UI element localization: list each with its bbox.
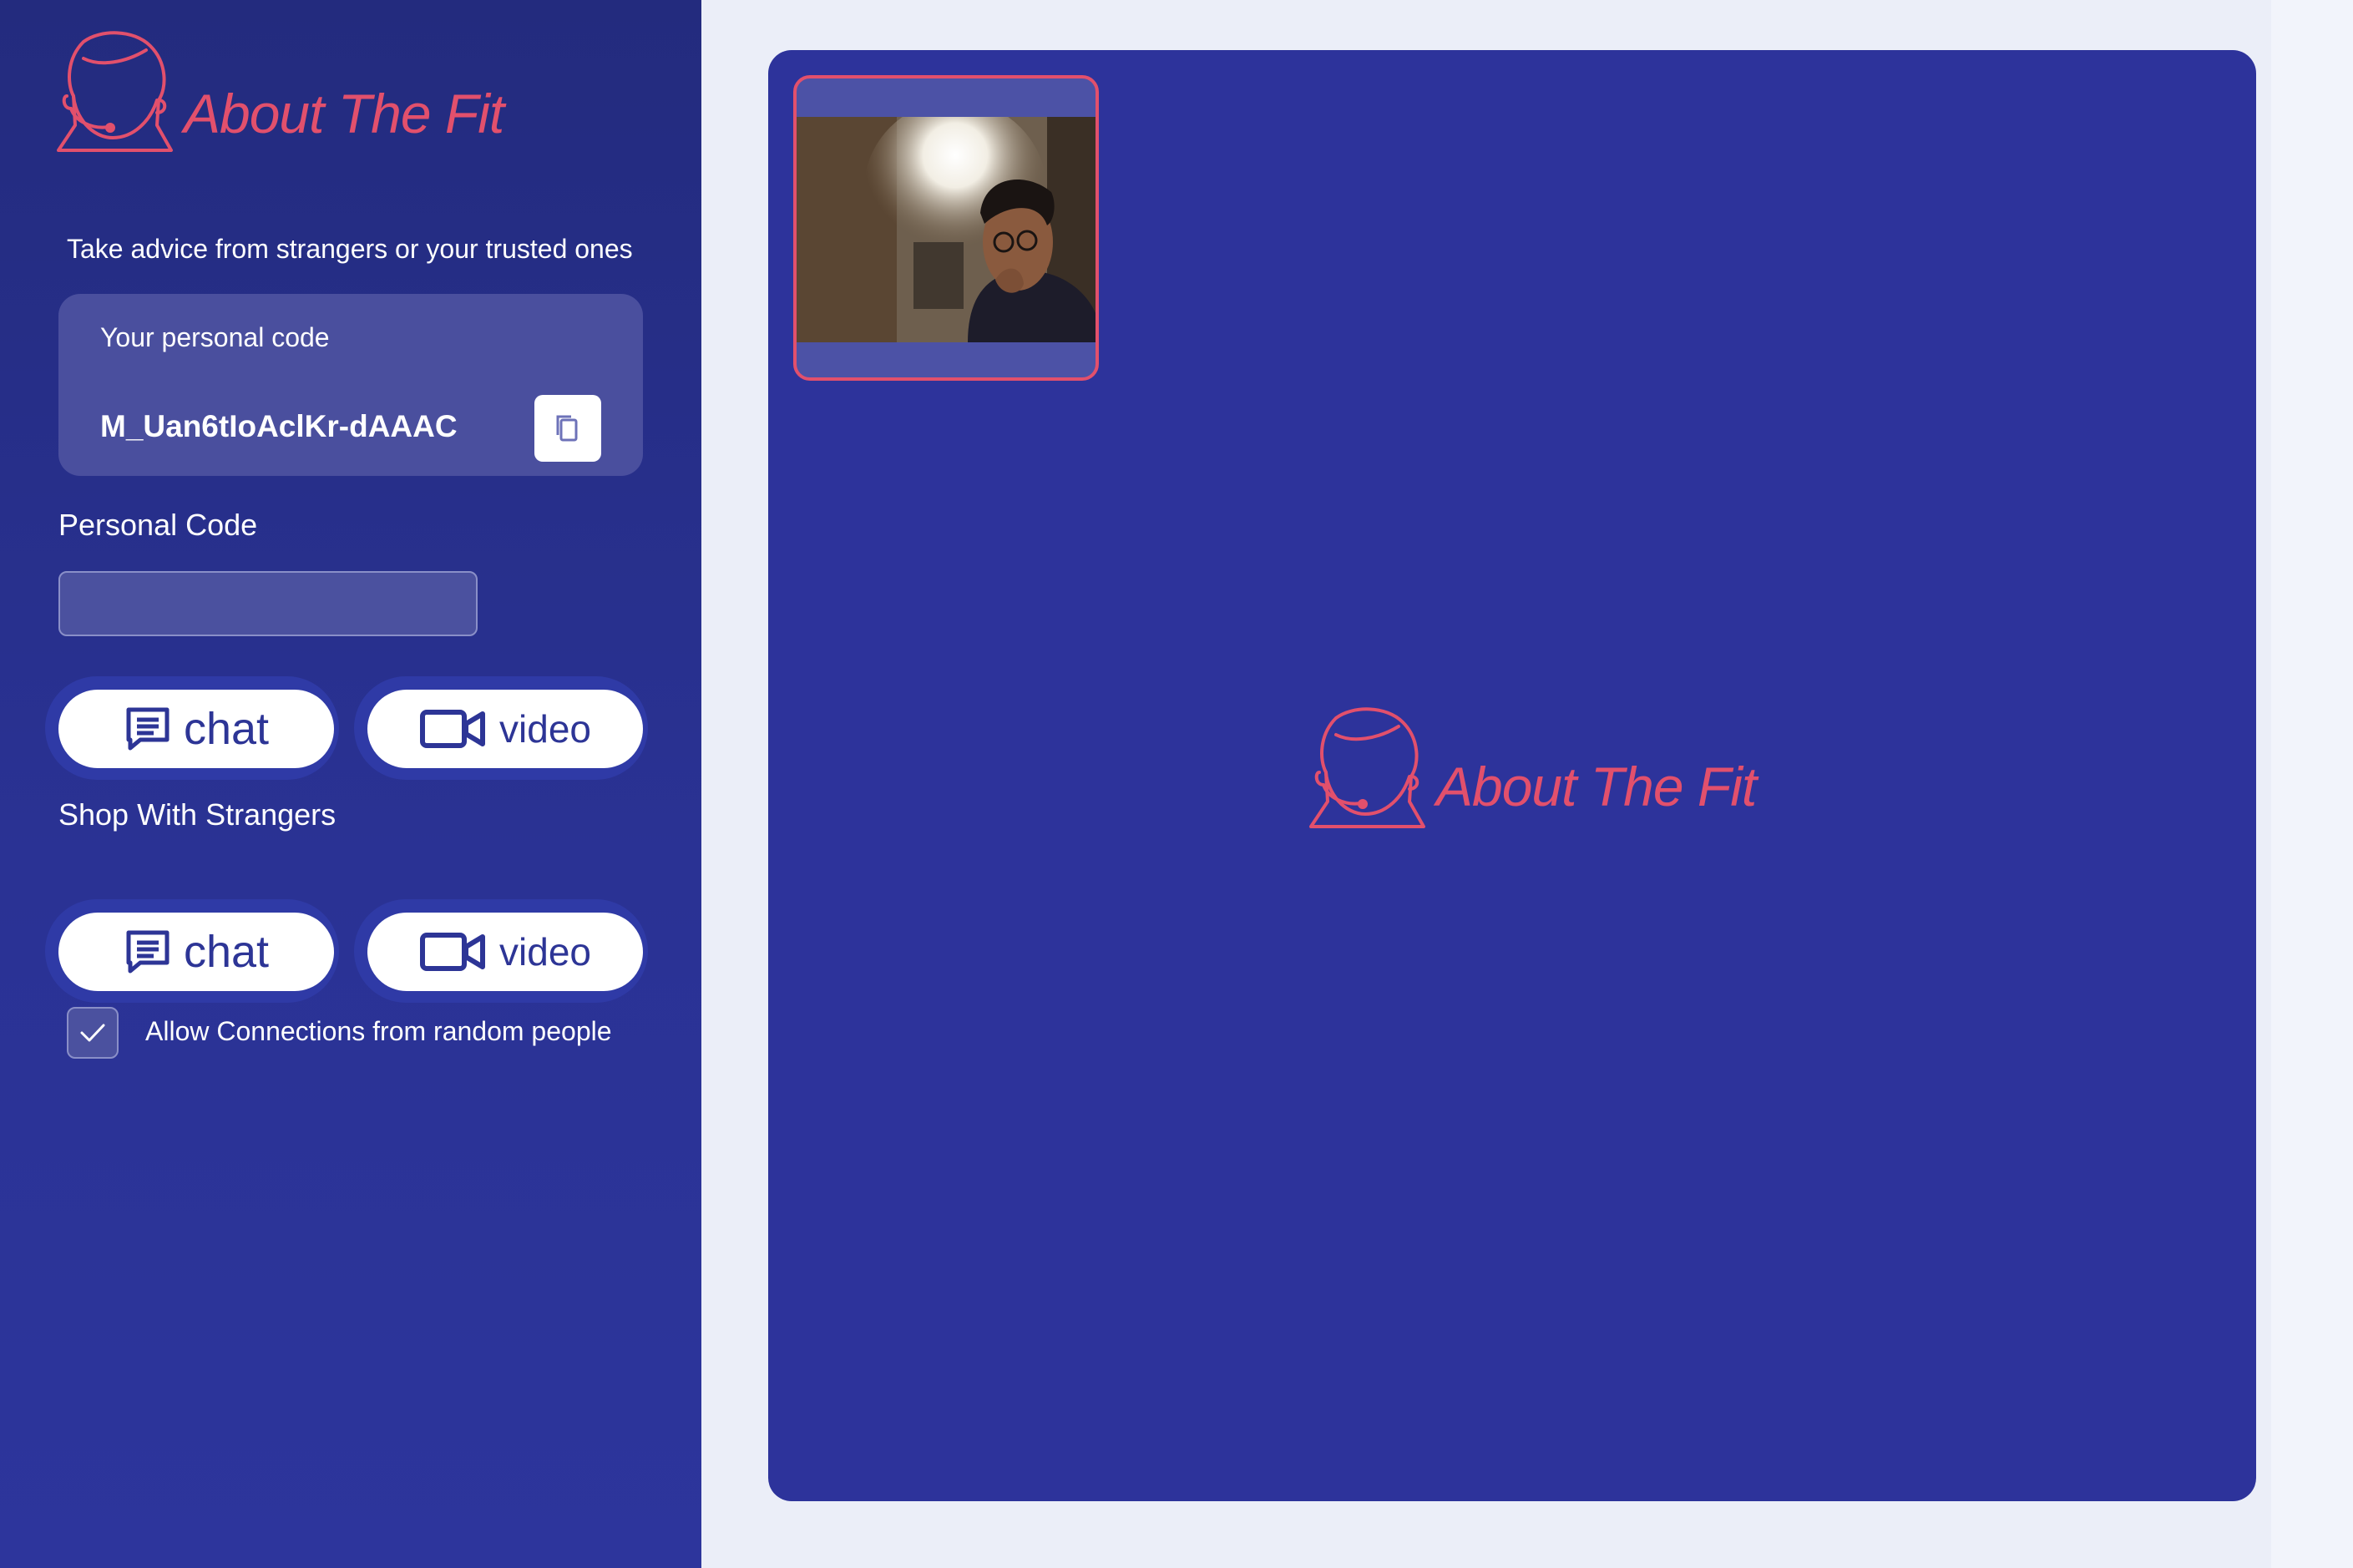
stage-brand-name: About The Fit: [1436, 756, 1757, 817]
allow-random-label: Allow Connections from random people: [145, 1016, 612, 1046]
tagline: Take advice from strangers or your trust…: [67, 234, 633, 264]
video-stage: About The Fit: [768, 50, 2256, 1501]
personal-chat-button-wrap: chat: [45, 676, 339, 780]
personal-code-card: Your personal code M_Uan6tIoAclKr-dAAAC: [58, 294, 643, 476]
personal-video-label: video: [499, 707, 591, 751]
personal-video-button-wrap: video: [354, 676, 648, 780]
strangers-video-label: video: [499, 930, 591, 974]
copy-code-button[interactable]: [534, 395, 601, 462]
allow-random-checkbox[interactable]: [67, 1007, 119, 1059]
checkmark-icon: [80, 1024, 105, 1042]
strangers-chat-button[interactable]: chat: [58, 913, 334, 991]
girl-face-logo-icon: [1309, 707, 1425, 828]
personal-chat-label: chat: [183, 704, 270, 754]
camera-feed-image: [797, 117, 1096, 342]
chat-bubble-icon: [124, 705, 172, 753]
sidebar: About The Fit Take advice from strangers…: [0, 0, 701, 1568]
personal-code-section-label: Personal Code: [58, 508, 258, 542]
strangers-chat-button-wrap: chat: [45, 899, 339, 1003]
copy-icon: [556, 415, 578, 442]
girl-face-logo-icon: [57, 31, 173, 152]
personal-code-value: M_Uan6tIoAclKr-dAAAC: [100, 409, 458, 443]
stage-brand-logo: About The Fit: [1286, 701, 1757, 843]
chat-bubble-icon: [124, 928, 172, 976]
brand-logo: About The Fit: [33, 25, 504, 167]
strangers-section-label: Shop With Strangers: [58, 797, 337, 832]
brand-name: About The Fit: [184, 83, 504, 144]
page-scroll-track[interactable]: [2271, 0, 2353, 1568]
personal-code-input[interactable]: [58, 571, 478, 636]
video-camera-icon: [419, 930, 488, 974]
local-video-preview[interactable]: [793, 75, 1099, 381]
personal-code-card-label: Your personal code: [100, 322, 330, 352]
strangers-chat-label: chat: [183, 927, 270, 977]
personal-video-button[interactable]: video: [367, 690, 643, 768]
video-camera-icon: [419, 707, 488, 751]
personal-chat-button[interactable]: chat: [58, 690, 334, 768]
strangers-video-button[interactable]: video: [367, 913, 643, 991]
strangers-video-button-wrap: video: [354, 899, 648, 1003]
